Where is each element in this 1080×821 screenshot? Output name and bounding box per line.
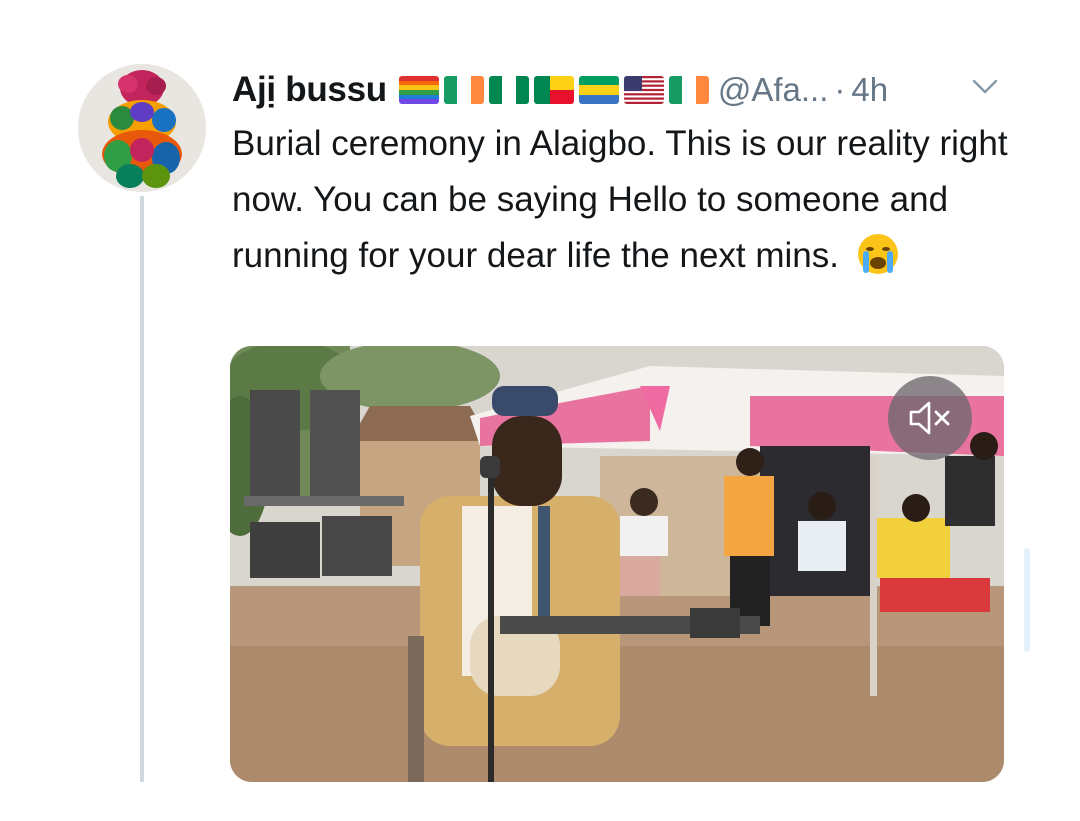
usa-flag-icon [623,76,664,104]
scrollbar-thumb[interactable] [1024,548,1030,652]
nigeria-flag-icon [488,76,529,104]
tweet-text: Burial ceremony in Alaigbo. This is our … [232,116,1022,284]
speaker-muted-icon [909,401,950,435]
mute-toggle-button[interactable] [888,376,972,460]
gabon-flag-icon [578,76,619,104]
tweet-video[interactable] [230,346,1004,782]
tweet[interactable]: Ajị bussu @Afa... · 4h Burial ceremony i… [0,0,1080,821]
ireland-flag-icon [668,76,709,104]
chevron-down-icon[interactable] [970,76,1000,98]
tweet-timestamp[interactable]: 4h [851,71,888,109]
thread-line [140,196,144,782]
user-handle[interactable]: @Afa... [718,71,829,109]
benin-flag-icon [533,76,574,104]
avatar[interactable] [78,64,206,192]
flag-emoji-list [398,76,714,104]
display-name[interactable]: Ajị bussu [232,70,387,110]
loudly-crying-face-icon [853,231,903,275]
ireland-flag-icon [443,76,484,104]
tweet-header: Ajị bussu @Afa... · 4h [232,64,888,116]
masquerade-avatar-image [78,64,206,192]
separator-dot: · [834,71,846,108]
rainbow-flag-icon [398,76,439,104]
